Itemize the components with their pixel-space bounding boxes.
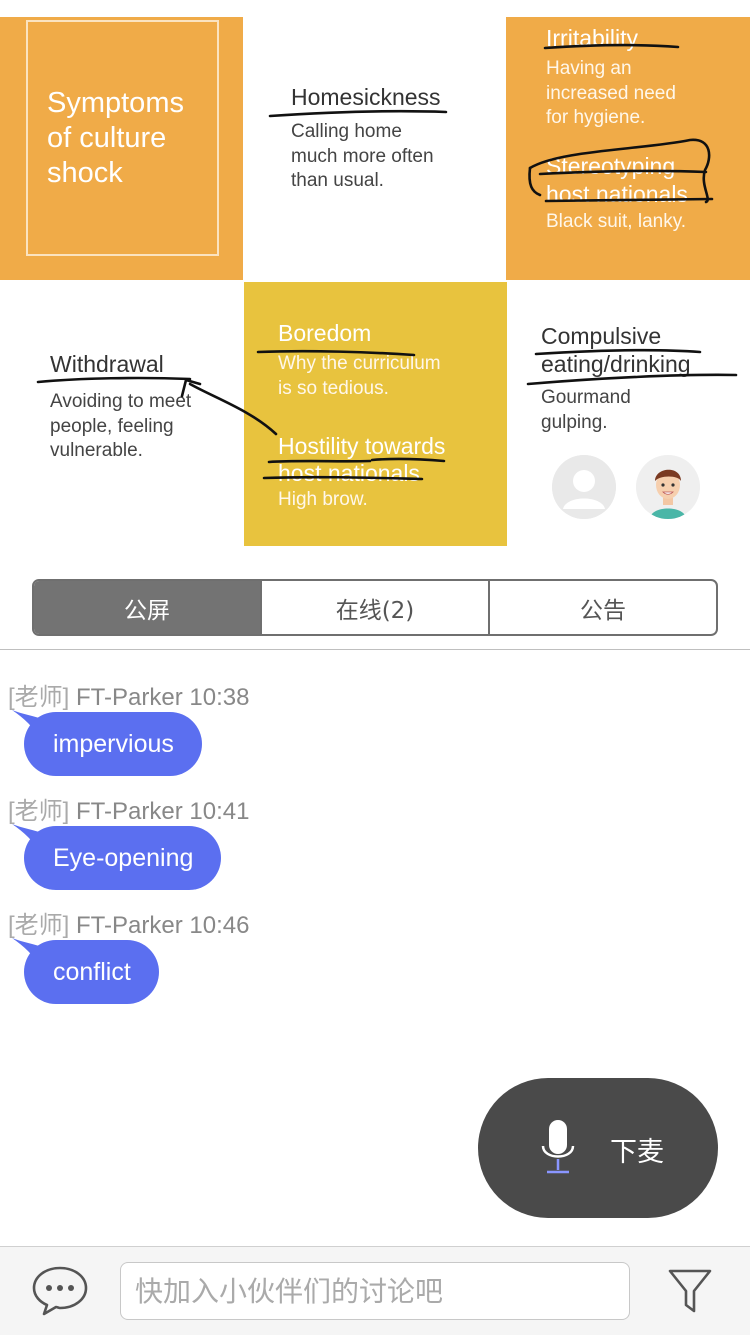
card-desc-homesickness: Calling home much more often than usual. <box>291 121 434 191</box>
sender-role: [老师] <box>8 798 70 825</box>
card-desc-boredom: Why the curriculum is so tedious. <box>278 353 441 399</box>
avatar-teacher[interactable] <box>636 455 700 519</box>
message-bubble: impervious <box>24 712 202 776</box>
card-heading-hostility: Hostility towards host nationals <box>278 433 446 486</box>
presentation-slide: Symptoms of culture shock Homesickness C… <box>0 0 750 548</box>
sender-name: FT-Parker <box>76 912 183 939</box>
sender-name: FT-Parker <box>76 798 183 825</box>
sender-role: [老师] <box>8 684 70 711</box>
chat-bubble-icon[interactable] <box>31 1265 89 1317</box>
card-heading-stereotyping: Stereotyping host nationals <box>546 153 688 207</box>
tab-public-screen[interactable]: 公屏 <box>34 581 260 634</box>
message-time: 10:38 <box>189 684 250 711</box>
card-heading-homesickness: Homesickness <box>291 84 441 110</box>
card-heading-compulsive: Compulsive eating/drinking <box>541 323 691 377</box>
sender-role: [老师] <box>8 912 70 939</box>
leave-mic-button[interactable]: 下麦 <box>478 1078 718 1218</box>
sender-name: FT-Parker <box>76 684 183 711</box>
mic-label: 下麦 <box>610 1137 664 1168</box>
message-time: 10:41 <box>189 798 250 825</box>
chat-input[interactable] <box>120 1262 630 1320</box>
microphone-icon <box>541 1120 575 1174</box>
card-desc-hostility: High brow. <box>278 489 368 510</box>
card-heading-irritability: Irritability <box>546 25 639 51</box>
message-header: [老师] FT-Parker 10:38 <box>8 677 249 712</box>
filter-icon[interactable] <box>668 1269 712 1315</box>
tab-announcement[interactable]: 公告 <box>488 581 716 634</box>
message-header: [老师] FT-Parker 10:46 <box>8 905 249 940</box>
message-header: [老师] FT-Parker 10:41 <box>8 791 249 826</box>
slide-title: Symptoms of culture shock <box>47 87 184 189</box>
message-bubble: conflict <box>24 940 159 1004</box>
message-time: 10:46 <box>189 912 250 939</box>
tab-online[interactable]: 在线(2) <box>260 581 488 634</box>
card-heading-boredom: Boredom <box>278 320 372 346</box>
message-bubble: Eye-opening <box>24 826 222 890</box>
avatar-placeholder-icon[interactable] <box>552 455 616 519</box>
card-desc-irritability: Having an increased need for hygiene. <box>546 58 676 128</box>
divider <box>0 649 750 650</box>
card-desc-stereotyping: Black suit, lanky. <box>546 211 687 232</box>
card-desc-compulsive: Gourmand gulping. <box>541 387 631 433</box>
card-heading-withdrawal: Withdrawal <box>50 351 164 377</box>
chat-tabs: 公屏 在线(2) 公告 <box>32 579 718 636</box>
input-bar <box>0 1246 750 1335</box>
card-desc-withdrawal: Avoiding to meet people, feeling vulnera… <box>50 391 192 461</box>
